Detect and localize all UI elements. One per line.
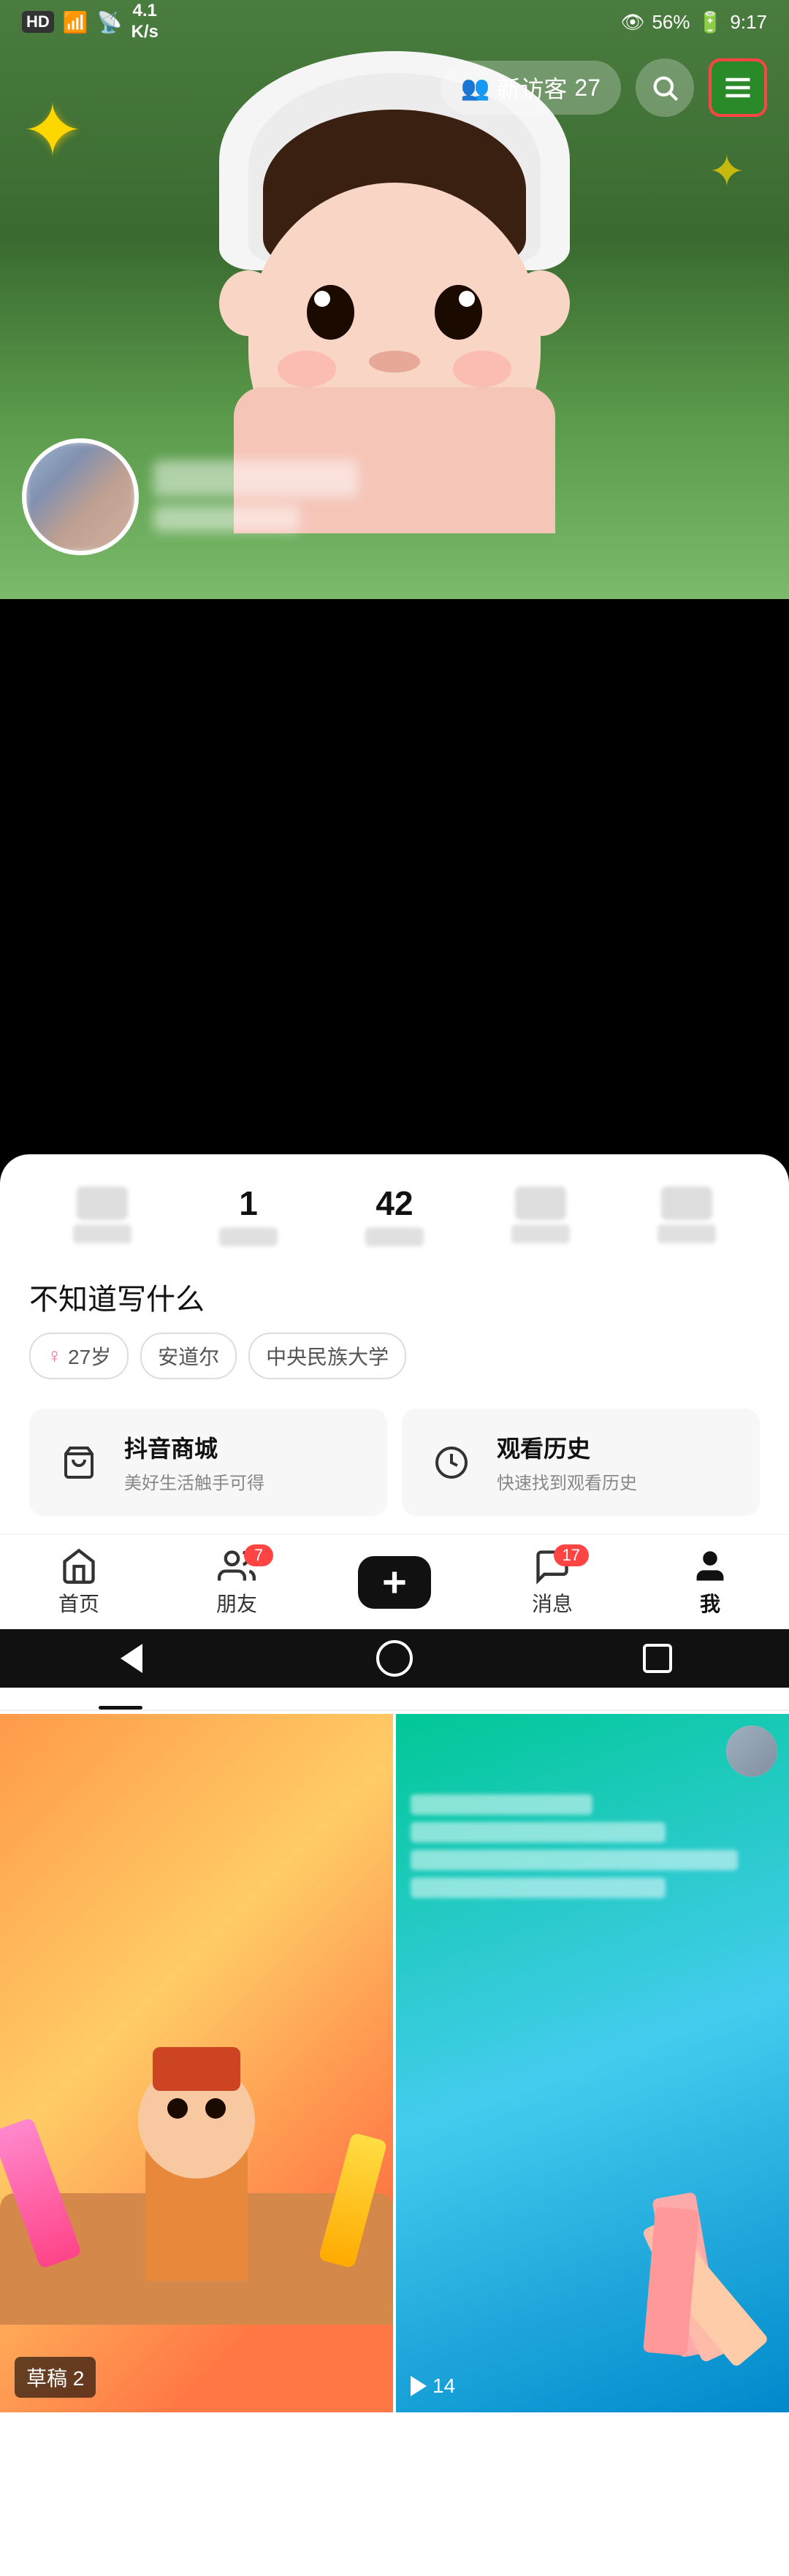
tags-row: ♀ 27岁 安道尔 中央民族大学 bbox=[29, 1333, 760, 1379]
shop-title: 抖音商城 bbox=[124, 1430, 264, 1464]
gender-icon: ♀ bbox=[47, 1344, 62, 1368]
status-right: 👁 56% 🔋 9:17 bbox=[620, 10, 767, 34]
battery-icon: 🔋 bbox=[698, 10, 723, 34]
stat-friends-number: 1 bbox=[175, 1184, 321, 1223]
stat-following-number: 42 bbox=[321, 1184, 468, 1223]
nav-messages-label: 消息 bbox=[532, 1588, 573, 1617]
home-button[interactable] bbox=[373, 1636, 416, 1680]
age-label: 27岁 bbox=[68, 1341, 111, 1371]
stat-following-label bbox=[365, 1227, 424, 1246]
stat-likes[interactable] bbox=[29, 1186, 175, 1243]
time-text: 9:17 bbox=[730, 11, 767, 34]
hero-cover: ✦ ✦ HD 📶 📡 4.1K/s 👁 bbox=[0, 0, 789, 599]
visitors-label: 新访客 bbox=[497, 71, 567, 104]
stat-likes-label bbox=[73, 1224, 132, 1243]
search-button[interactable] bbox=[636, 58, 694, 117]
shop-subtitle: 美好生活触手可得 bbox=[124, 1468, 264, 1494]
status-bar: HD 📶 📡 4.1K/s 👁 56% 🔋 9:17 bbox=[0, 0, 789, 44]
star-small: ✦ bbox=[709, 146, 745, 197]
header-bar: 👥 新访客 27 bbox=[0, 44, 789, 132]
status-left: HD 📶 📡 4.1K/s bbox=[22, 1, 159, 43]
menu-button[interactable] bbox=[709, 58, 767, 117]
plus-button[interactable] bbox=[358, 1556, 431, 1609]
bio-section: 不知道写什么 ♀ 27岁 安道尔 中央民族大学 bbox=[0, 1261, 789, 1387]
plus-icon bbox=[376, 1564, 413, 1601]
play-count: 14 bbox=[411, 2374, 455, 2398]
stat-likes-number bbox=[77, 1186, 128, 1220]
home-system-icon bbox=[376, 1640, 413, 1677]
wifi-icon: 📡 bbox=[97, 10, 123, 34]
school-label: 中央民族大学 bbox=[266, 1341, 389, 1371]
back-button[interactable] bbox=[110, 1636, 153, 1680]
stat-friends-label bbox=[219, 1227, 278, 1246]
draft-badge: 草稿 2 bbox=[15, 2357, 96, 2398]
shop-icon bbox=[50, 1433, 108, 1492]
nav-me[interactable]: 我 bbox=[631, 1547, 789, 1617]
stat-friends[interactable]: 1 bbox=[175, 1184, 321, 1246]
messages-badge: 17 bbox=[554, 1544, 589, 1566]
nav-messages[interactable]: 17 消息 bbox=[473, 1547, 631, 1617]
location-tag[interactable]: 安道尔 bbox=[140, 1333, 237, 1379]
stat-extra-label bbox=[658, 1224, 716, 1243]
nav-home[interactable]: 首页 bbox=[0, 1547, 158, 1617]
action-cards: 抖音商城 美好生活触手可得 观看历史 快速找到观看历史 bbox=[0, 1387, 789, 1538]
stat-fans-number bbox=[515, 1186, 566, 1220]
nav-home-label: 首页 bbox=[58, 1588, 99, 1617]
history-icon bbox=[422, 1433, 481, 1492]
content-grid: 草稿 2 bbox=[0, 1711, 789, 2415]
main-card: 1 42 不知道写什么 ♀ 27岁 安道尔 中央民族大学 bbox=[0, 1154, 789, 2576]
hd-badge: HD bbox=[22, 11, 54, 33]
shop-info: 抖音商城 美好生活触手可得 bbox=[124, 1430, 264, 1494]
menu-icon bbox=[722, 72, 754, 104]
battery-text: 56% bbox=[652, 11, 690, 34]
domino-illustration bbox=[621, 2135, 767, 2354]
location-label: 安道尔 bbox=[158, 1341, 219, 1371]
grid-item-draft[interactable]: 草稿 2 bbox=[0, 1714, 393, 2412]
bottom-nav: 首页 7 朋友 17 消息 我 bbox=[0, 1534, 789, 1629]
history-title: 观看历史 bbox=[497, 1430, 637, 1464]
home-icon bbox=[60, 1547, 98, 1585]
avatar[interactable] bbox=[22, 438, 139, 555]
friends-badge: 7 bbox=[244, 1544, 273, 1566]
visitors-count: 27 bbox=[574, 75, 601, 102]
recent-button[interactable] bbox=[636, 1636, 679, 1680]
eye-icon: 👁 bbox=[620, 11, 644, 34]
history-info: 观看历史 快速找到观看历史 bbox=[497, 1430, 637, 1494]
avatar-area bbox=[22, 438, 358, 555]
system-nav bbox=[0, 1629, 789, 1688]
stat-extra-number bbox=[661, 1186, 712, 1220]
me-icon bbox=[691, 1547, 729, 1585]
school-tag[interactable]: 中央民族大学 bbox=[248, 1333, 406, 1379]
bio-text: 不知道写什么 bbox=[29, 1276, 760, 1318]
play-count-number: 14 bbox=[432, 2374, 455, 2398]
stat-fans[interactable] bbox=[468, 1186, 614, 1243]
stats-row: 1 42 bbox=[0, 1154, 789, 1261]
speed-text: 4.1K/s bbox=[132, 1, 159, 43]
back-icon bbox=[121, 1644, 142, 1673]
nav-friends-label: 朋友 bbox=[216, 1588, 257, 1617]
visitors-button[interactable]: 👥 新访客 27 bbox=[441, 61, 621, 115]
search-icon bbox=[650, 73, 679, 102]
username-area bbox=[153, 460, 358, 541]
history-card[interactable]: 观看历史 快速找到观看历史 bbox=[402, 1409, 760, 1516]
shop-card[interactable]: 抖音商城 美好生活触手可得 bbox=[29, 1409, 387, 1516]
signal-icon: 📶 bbox=[63, 10, 88, 34]
nav-me-label: 我 bbox=[700, 1588, 720, 1617]
stat-following[interactable]: 42 bbox=[321, 1184, 468, 1246]
age-tag[interactable]: ♀ 27岁 bbox=[29, 1333, 129, 1379]
nav-plus[interactable] bbox=[316, 1556, 473, 1609]
stat-fans-label bbox=[511, 1224, 570, 1243]
grid-item-video[interactable]: 14 bbox=[396, 1714, 789, 2412]
recent-icon bbox=[643, 1644, 672, 1673]
nav-friends[interactable]: 7 朋友 bbox=[158, 1547, 316, 1617]
grid-item-1-content bbox=[0, 1714, 393, 2412]
visitors-icon: 👥 bbox=[461, 74, 490, 102]
play-triangle-icon bbox=[411, 2376, 427, 2396]
stat-extra[interactable] bbox=[614, 1186, 760, 1243]
history-subtitle: 快速找到观看历史 bbox=[497, 1468, 637, 1494]
video-overlay-text bbox=[411, 1729, 774, 1905]
